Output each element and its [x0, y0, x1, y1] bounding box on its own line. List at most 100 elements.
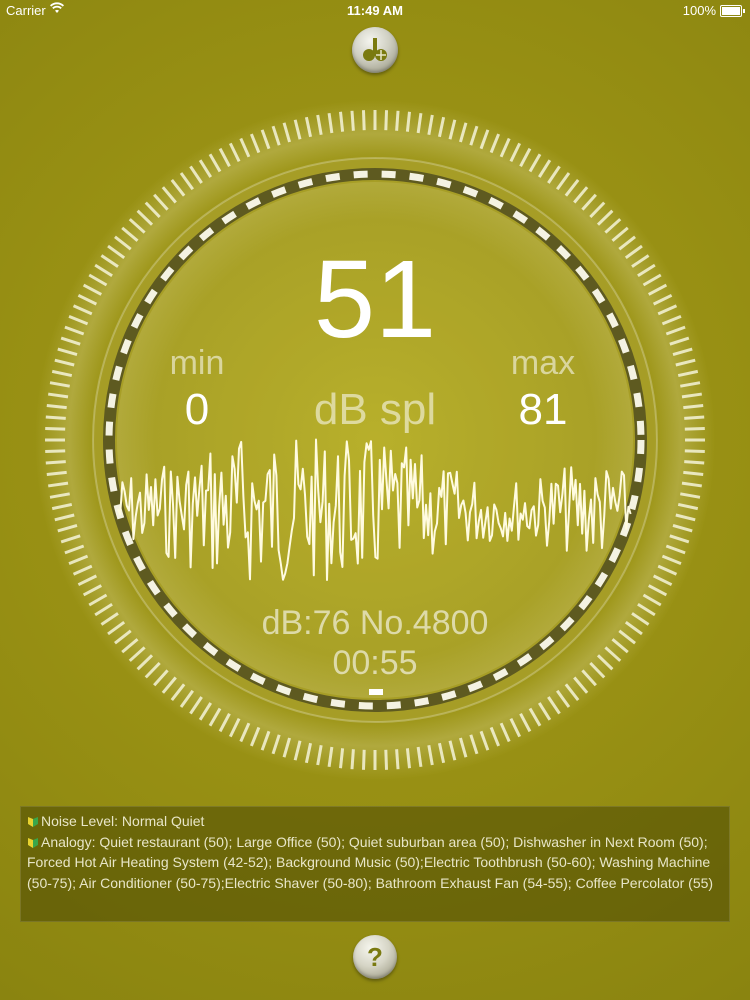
app-logo-button[interactable] [352, 27, 398, 73]
gauge-tick [208, 707, 222, 727]
gauge-tick [437, 742, 446, 764]
gauge-tick [136, 209, 154, 226]
gauge-tick [528, 153, 542, 173]
gauge-tick [604, 218, 622, 234]
gauge-tick [611, 226, 629, 242]
gauge-tick [405, 111, 411, 132]
gauge-tick [519, 713, 532, 733]
gauge-tick [405, 748, 411, 769]
gauge-tick [489, 133, 501, 154]
gauge-tick [153, 193, 169, 211]
beginner-leaf-icon [28, 817, 38, 827]
gauge-tick [189, 696, 203, 715]
gauge-tick [448, 119, 457, 140]
gauge-tick [509, 142, 522, 163]
gauge-tick [479, 129, 490, 150]
gauge-tick [260, 730, 271, 751]
gauge-tick [60, 534, 81, 544]
gauge-tick [316, 114, 323, 135]
gauge-tick [128, 218, 146, 234]
min-label: min [169, 344, 225, 382]
gauge-tick [416, 746, 423, 767]
gauge-tick [82, 584, 102, 597]
gauge-tick [361, 110, 366, 131]
sample-readout: dB:76 No.4800 [261, 604, 489, 642]
gauge-tick [51, 369, 73, 378]
gauge-tick [49, 492, 70, 499]
max-label: max [510, 344, 576, 382]
gauge-tick [64, 544, 85, 555]
gauge-tick [144, 201, 161, 219]
gauge-tick [665, 544, 686, 555]
gauge-tick [239, 137, 251, 158]
gauge-tick [260, 129, 271, 150]
clock: 11:49 AM [347, 3, 403, 18]
gauge-tick [316, 745, 323, 766]
gauge-tick [596, 209, 614, 226]
gauge-tick [350, 110, 355, 131]
gauge-tick [271, 734, 281, 755]
gauge-tick [509, 717, 522, 738]
gauge-tick [677, 502, 699, 511]
app-logo-icon [363, 38, 387, 61]
gauge-tick [46, 470, 67, 476]
gauge-tick [684, 449, 705, 454]
gauge-tick [672, 524, 693, 533]
gauge-tick [54, 358, 75, 367]
battery-icon [720, 5, 745, 17]
gauge-tick [271, 125, 281, 146]
gauge-tick [395, 110, 400, 131]
noise-level-text: Noise Level: Normal Quiet [41, 813, 205, 829]
gauge-tick [228, 717, 241, 738]
gauge-tick [218, 147, 231, 167]
gauge-tick [327, 113, 334, 134]
noise-info-panel: Noise Level: Normal Quiet Analogy: Quiet… [20, 806, 730, 922]
gauge-tick [427, 745, 434, 766]
gauge-tick [121, 226, 139, 242]
gauge-tick [547, 696, 561, 715]
gauge-tick [45, 449, 66, 454]
gauge-tick [573, 186, 589, 204]
gauge-tick [581, 193, 597, 211]
gauge-tick [170, 683, 186, 701]
gauge-tick [327, 746, 334, 767]
gauge-tick [282, 737, 291, 758]
gauge-tick [228, 142, 241, 163]
gauge-tick [51, 502, 73, 511]
gauge-tick [459, 737, 468, 758]
gauge-tick [675, 513, 696, 522]
gauge-tick [683, 470, 704, 476]
noise-level-line: Noise Level: Normal Quiet [27, 811, 723, 832]
analogy-line: Analogy: Quiet restaurant (50); Large Of… [27, 832, 723, 894]
gauge-tick [459, 122, 468, 143]
beginner-leaf-icon [28, 837, 38, 848]
battery-percentage: 100% [682, 3, 716, 18]
status-bar: Carrier 11:49 AM 100% [0, 0, 750, 22]
gauge-tick [427, 114, 434, 135]
gauge-tick [564, 179, 580, 197]
gauge-tick [189, 165, 203, 184]
gauge-tick [684, 460, 705, 465]
gauge-tick [547, 165, 561, 184]
gauge-tick [538, 702, 552, 721]
current-db-value: 51 [313, 238, 437, 361]
gauge-tick [499, 137, 511, 158]
gauge-tick [437, 116, 446, 138]
gauge-tick [384, 749, 389, 770]
gauge-tick [350, 749, 355, 770]
gauge-tick [538, 159, 552, 178]
gauge-tick [54, 513, 75, 522]
gauge-tick [361, 749, 366, 770]
help-button[interactable]: ? [353, 935, 397, 979]
gauge-tick [239, 722, 251, 743]
gauge-tick [339, 748, 345, 769]
gauge-tick [675, 358, 696, 367]
gauge-tick [680, 492, 701, 499]
gauge-tick [68, 554, 89, 566]
gauge-tick [519, 147, 532, 167]
gauge-tick [469, 734, 479, 755]
gauge-tick [416, 113, 423, 134]
gauge-tick [304, 742, 313, 764]
gauge-tick [249, 133, 261, 154]
gauge-tick [395, 749, 400, 770]
